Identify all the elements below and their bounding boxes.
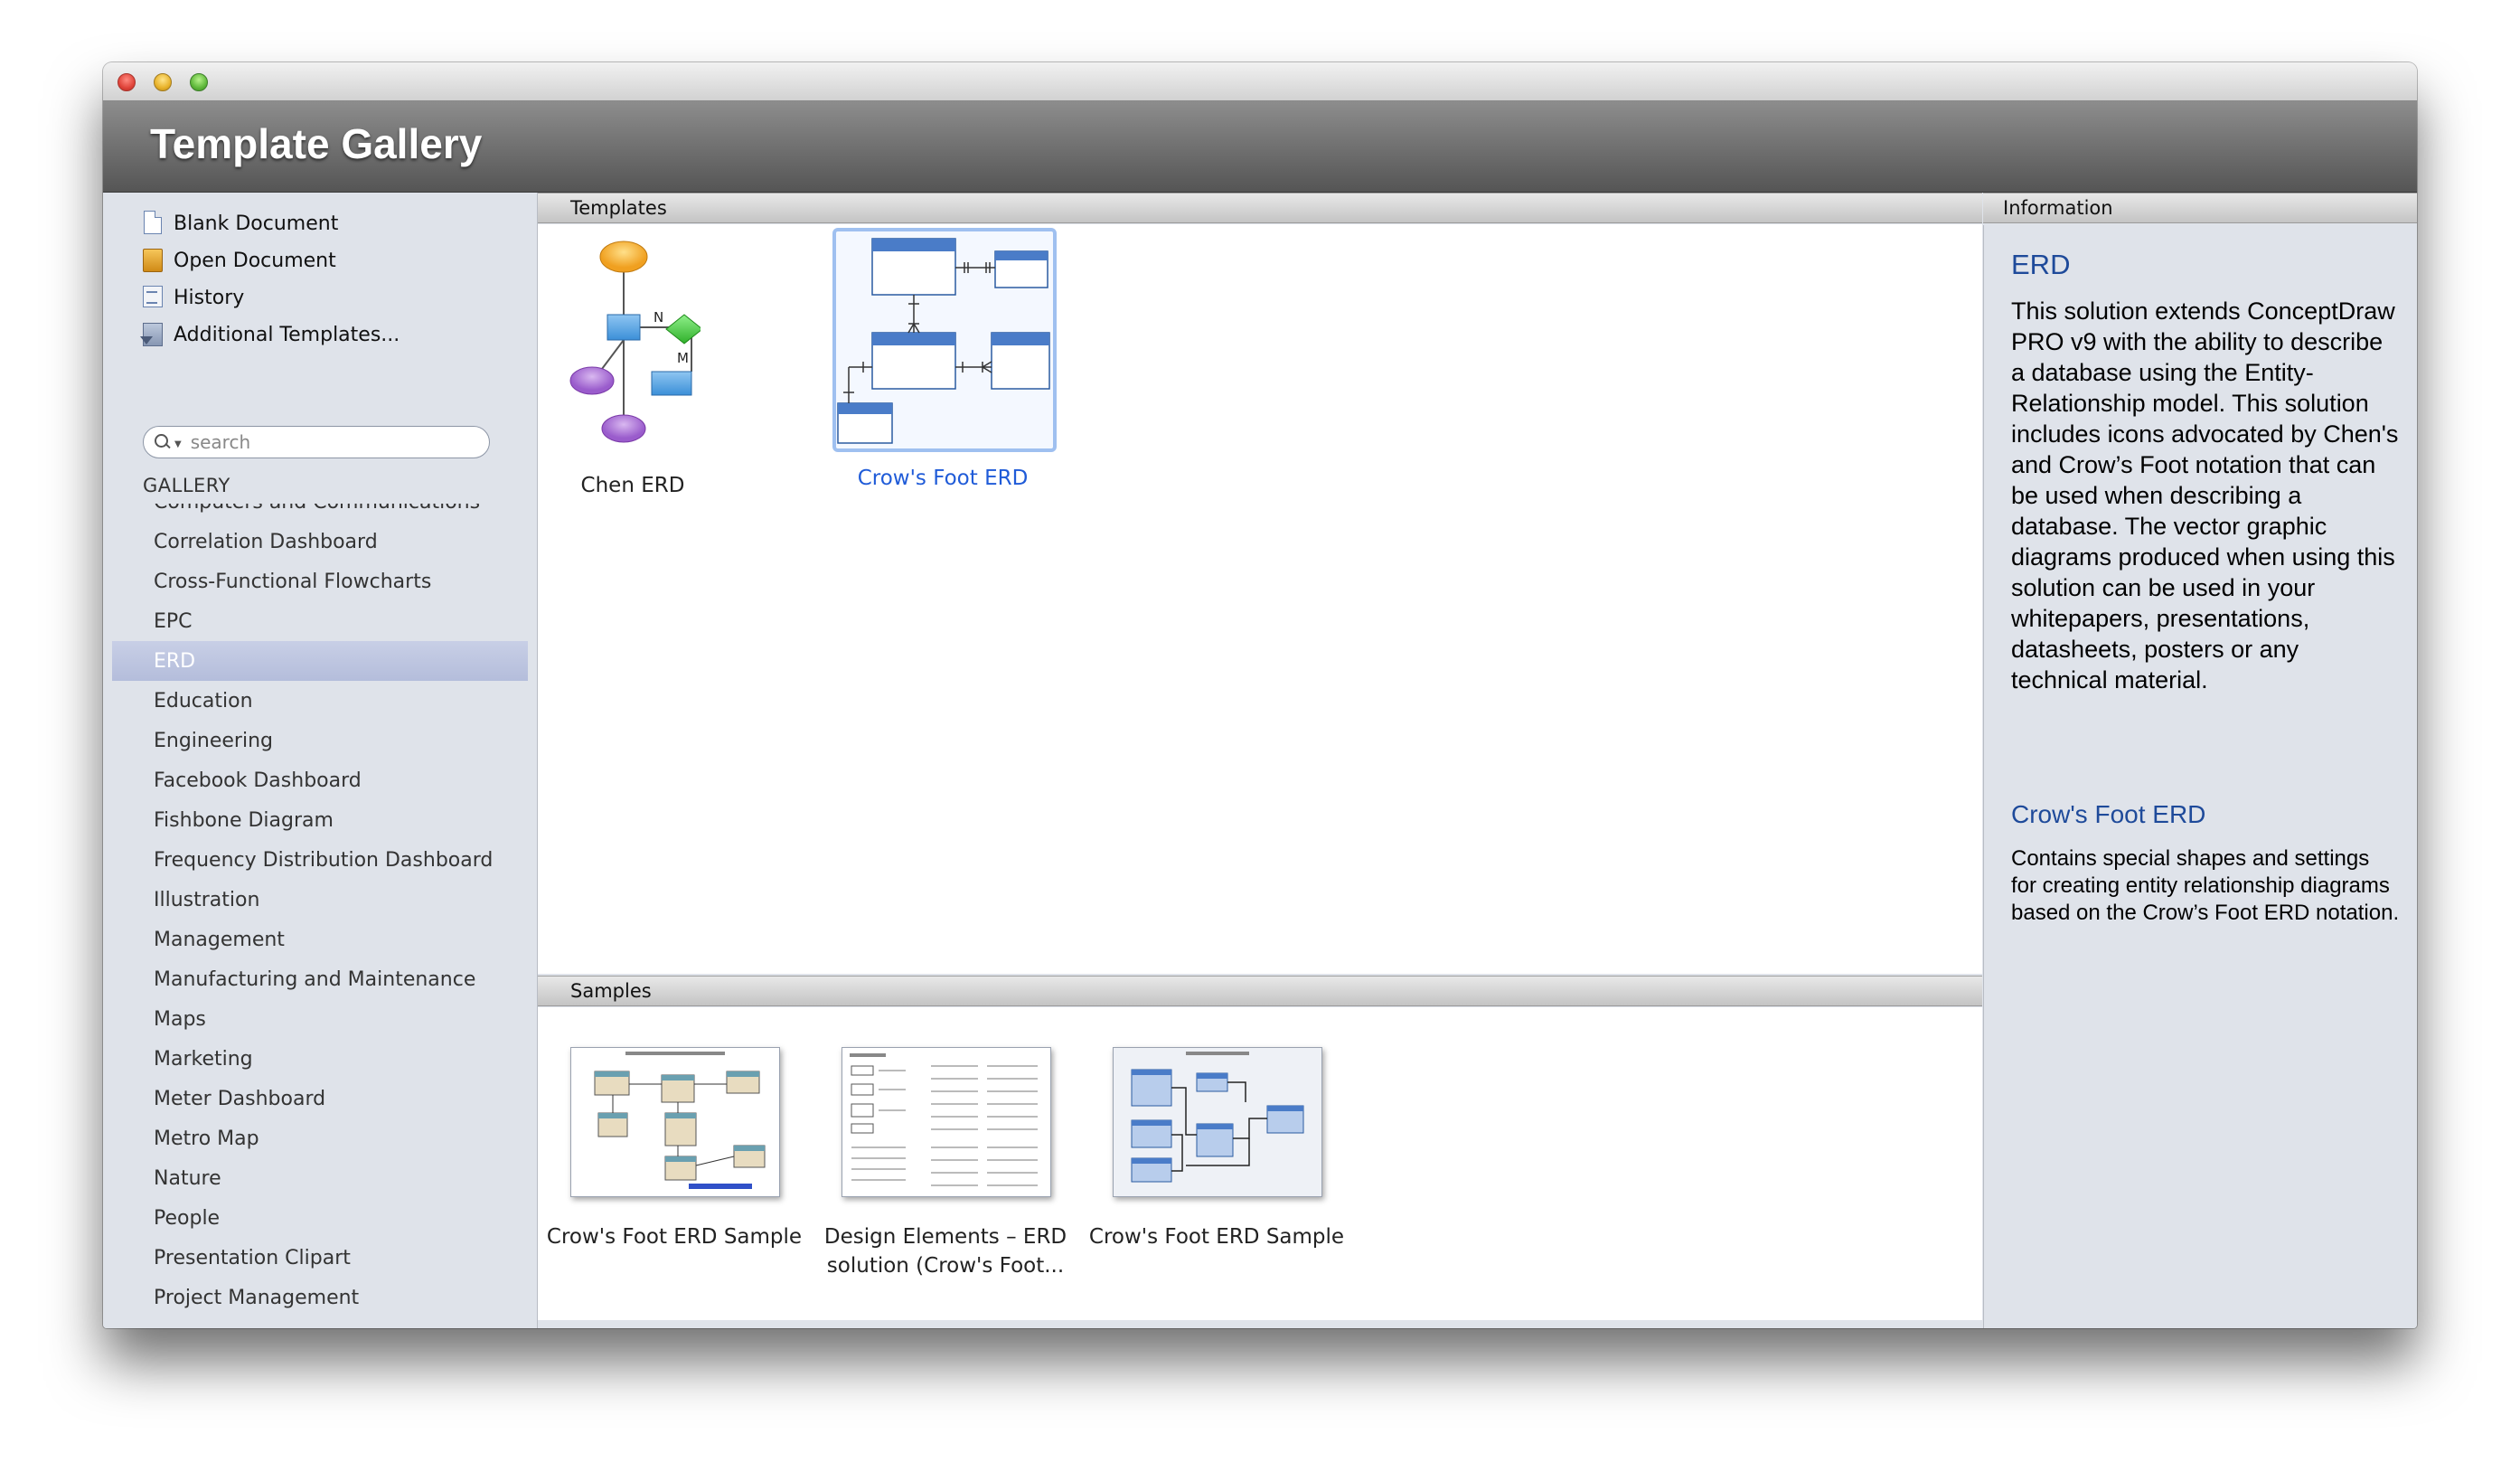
templates-header: Templates: [538, 193, 1982, 223]
svg-text:M: M: [677, 350, 689, 366]
page-title: Template Gallery: [150, 120, 483, 167]
quick-item-label: History: [174, 286, 245, 309]
template-tile-crows-foot-erd[interactable]: Crow's Foot ERD: [829, 228, 1057, 490]
download-templates-icon: [140, 321, 165, 348]
quick-item-label: Blank Document: [174, 212, 339, 235]
gallery-item[interactable]: Project Management: [112, 1278, 528, 1317]
crows-foot-erd-thumbnail: [832, 228, 1057, 452]
gallery-item[interactable]: Cross-Functional Flowcharts: [112, 561, 528, 601]
gallery-item[interactable]: EPC: [112, 601, 528, 641]
gallery-section-label: GALLERY: [143, 475, 230, 496]
blank-document-item[interactable]: Blank Document: [141, 207, 338, 240]
sample-label: Design Elements – ERD solution (Crow's F…: [823, 1225, 1067, 1278]
gallery-item[interactable]: Quality: [112, 1317, 528, 1329]
info-description: This solution extends ConceptDraw PRO v9…: [2011, 297, 2399, 694]
search-icon: [155, 434, 171, 450]
templates-area: N M Chen ERD Crow's Foot ERD: [538, 224, 1982, 974]
open-document-item[interactable]: Open Document: [141, 244, 336, 277]
gallery-item[interactable]: Illustration: [112, 880, 528, 920]
sidebar: Blank Document Open Document History Add…: [103, 193, 538, 1328]
quick-item-label: Additional Templates...: [174, 323, 400, 346]
gallery-item-selected[interactable]: ERD: [112, 641, 528, 681]
search-input[interactable]: [188, 430, 464, 454]
minimize-button[interactable]: [154, 73, 172, 91]
gallery-header: Template Gallery: [103, 101, 2417, 193]
close-button[interactable]: [118, 73, 136, 91]
info-subtitle-description: Contains special shapes and settings for…: [2011, 846, 2400, 925]
chevron-down-icon: ▼: [174, 439, 182, 449]
samples-header: Samples: [538, 976, 1982, 1006]
information-header: Information: [1983, 193, 2417, 223]
template-label-selected: Crow's Foot ERD: [857, 467, 1029, 490]
history-item[interactable]: History: [141, 281, 244, 314]
history-icon: [141, 284, 165, 311]
gallery-list[interactable]: Computers and Communications Correlation…: [103, 504, 537, 1328]
template-gallery-window: Template Gallery Blank Document Open Doc…: [103, 62, 2417, 1328]
search-field[interactable]: ▼: [143, 426, 490, 458]
gallery-item[interactable]: Maps: [112, 999, 528, 1039]
gallery-item[interactable]: Nature: [112, 1158, 528, 1198]
gallery-item[interactable]: Presentation Clipart: [112, 1238, 528, 1278]
sample-label: Crow's Foot ERD Sample: [1088, 1225, 1345, 1249]
sample-label: Crow's Foot ERD Sample: [546, 1225, 803, 1249]
svg-text:N: N: [654, 309, 663, 326]
sample-thumbnail-crows-foot-1[interactable]: [570, 1047, 780, 1197]
gallery-item[interactable]: Management: [112, 920, 528, 959]
gallery-item[interactable]: People: [112, 1198, 528, 1238]
title-bar[interactable]: [103, 62, 2417, 101]
gallery-item[interactable]: Fishbone Diagram: [112, 800, 528, 840]
gallery-item[interactable]: Correlation Dashboard: [112, 522, 528, 561]
gallery-item[interactable]: Education: [112, 681, 528, 721]
chen-erd-thumbnail: N M: [565, 231, 703, 448]
gallery-item[interactable]: Engineering: [112, 721, 528, 760]
quick-item-label: Open Document: [174, 249, 336, 272]
gallery-item[interactable]: Facebook Dashboard: [112, 760, 528, 800]
gallery-item[interactable]: Frequency Distribution Dashboard: [112, 840, 528, 880]
blank-document-icon: [141, 210, 165, 237]
sample-thumbnail-design-elements[interactable]: [842, 1047, 1051, 1197]
gallery-item[interactable]: Marketing: [112, 1039, 528, 1079]
open-document-icon: [141, 247, 165, 274]
template-label: Chen ERD: [580, 474, 685, 497]
gallery-item[interactable]: Manufacturing and Maintenance: [112, 959, 528, 999]
samples-area: Crow's Foot ERD Sample Design Elements –…: [538, 1007, 1982, 1320]
gallery-item[interactable]: Computers and Communications: [112, 504, 528, 522]
gallery-item[interactable]: Metro Map: [112, 1118, 528, 1158]
additional-templates-item[interactable]: Additional Templates...: [140, 318, 400, 351]
info-subtitle: Crow's Foot ERD: [2011, 800, 2206, 828]
sample-thumbnail-crows-foot-2[interactable]: [1113, 1047, 1322, 1197]
gallery-item[interactable]: Meter Dashboard: [112, 1079, 528, 1118]
template-tile-chen-erd[interactable]: N M Chen ERD: [565, 231, 703, 497]
zoom-button[interactable]: [190, 73, 208, 91]
information-panel: ERD This solution extends ConceptDraw PR…: [1983, 225, 2417, 1328]
info-title: ERD: [2011, 249, 2071, 280]
